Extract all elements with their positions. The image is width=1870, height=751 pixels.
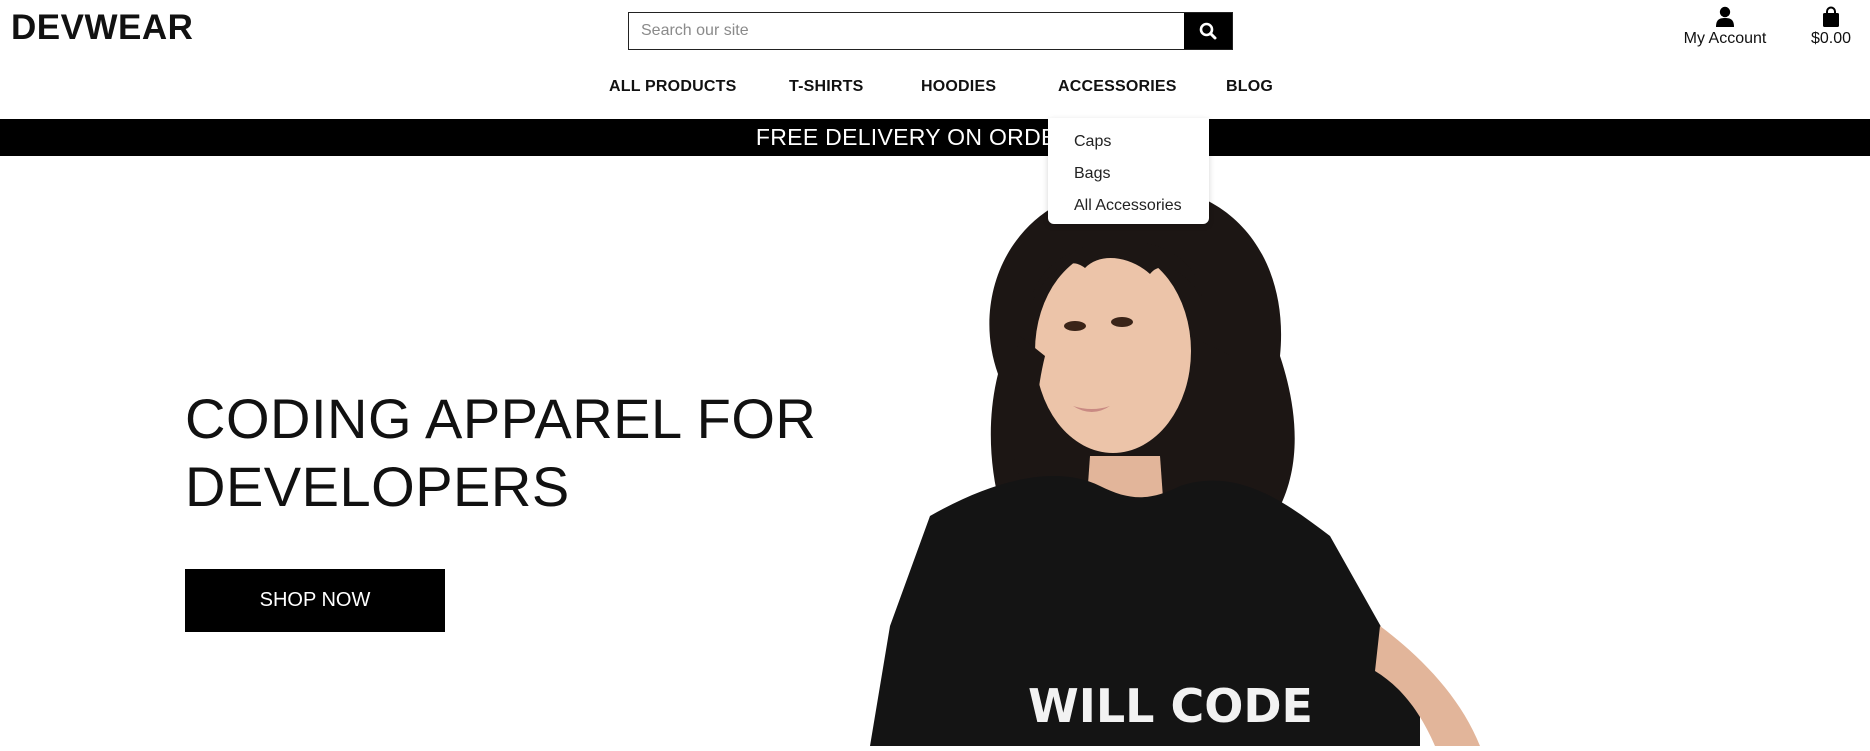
shop-now-button[interactable]: SHOP NOW — [185, 569, 445, 632]
search-bar — [628, 12, 1233, 50]
my-account-link[interactable]: My Account — [1680, 6, 1770, 48]
search-input[interactable] — [629, 13, 1184, 49]
dropdown-item-all-accessories[interactable]: All Accessories — [1048, 190, 1209, 222]
cart-link[interactable]: $0.00 — [1806, 6, 1856, 48]
cart-total: $0.00 — [1810, 30, 1852, 47]
dropdown-item-caps[interactable]: Caps — [1048, 126, 1209, 158]
dropdown-item-bags[interactable]: Bags — [1048, 158, 1209, 190]
search-icon — [1199, 22, 1217, 40]
search-button[interactable] — [1184, 13, 1232, 49]
free-delivery-banner: FREE DELIVERY ON ORDERS O — [0, 119, 1870, 156]
main-nav: ALL PRODUCTS T-SHIRTS HOODIES ACCESSORIE… — [0, 78, 1870, 104]
nav-all-products[interactable]: ALL PRODUCTS — [609, 78, 736, 96]
user-icon — [1716, 6, 1734, 27]
shirt-print-text: WILL CODE — [1028, 679, 1313, 733]
nav-hoodies[interactable]: HOODIES — [921, 78, 996, 96]
hero-model-image: WILL CODE — [860, 156, 1620, 746]
hero-title-line-1: CODING APPAREL FOR — [185, 387, 817, 450]
account-label: My Account — [1683, 30, 1767, 47]
hero-title-line-2: DEVELOPERS — [185, 455, 570, 518]
shopping-bag-icon — [1823, 6, 1839, 27]
accessories-dropdown: Caps Bags All Accessories — [1048, 118, 1209, 224]
site-logo[interactable]: DEVWEAR — [11, 8, 193, 48]
hero-title: CODING APPAREL FOR DEVELOPERS — [185, 385, 825, 521]
nav-accessories[interactable]: ACCESSORIES — [1058, 78, 1177, 96]
nav-t-shirts[interactable]: T-SHIRTS — [789, 78, 864, 96]
nav-blog[interactable]: BLOG — [1226, 78, 1273, 96]
